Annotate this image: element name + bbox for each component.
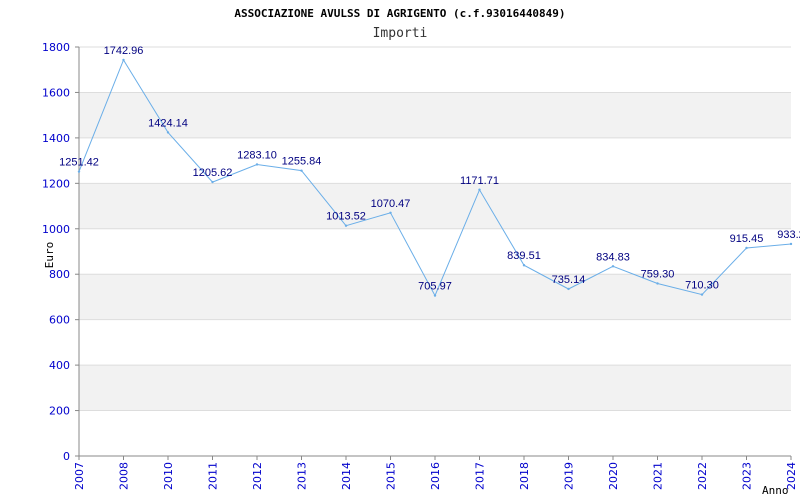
data-label: 834.83	[596, 251, 630, 263]
chart-subtitle: Importi	[373, 26, 428, 41]
background-band	[79, 183, 791, 229]
y-tick-label: 1000	[42, 223, 70, 236]
data-label: 1742.96	[104, 45, 144, 57]
y-tick-label: 1800	[42, 41, 70, 54]
data-point	[478, 188, 481, 191]
y-tick-label: 200	[49, 405, 70, 418]
y-tick-label: 1600	[42, 86, 70, 99]
data-label: 839.51	[507, 250, 541, 262]
data-point	[656, 282, 659, 285]
data-point	[122, 58, 125, 62]
data-point	[700, 293, 704, 296]
data-label: 735.14	[552, 274, 586, 286]
x-tick-label: 2021	[652, 462, 665, 490]
x-tick-label: 2011	[207, 462, 220, 490]
data-label: 710.30	[685, 280, 719, 292]
y-axis-label: Euro	[43, 242, 56, 269]
x-tick-label: 2007	[73, 462, 86, 490]
data-labels: 1251.42 1742.96 1424.14 1205.62 1283.10 1255.…	[59, 45, 800, 293]
x-tick-label: 2017	[474, 462, 487, 490]
background-band	[79, 92, 791, 138]
x-tick-label: 2014	[340, 462, 353, 490]
x-tick-label: 2008	[118, 462, 131, 490]
x-tick-label: 2013	[296, 462, 309, 490]
data-label: 1255.84	[282, 156, 322, 168]
y-tick-label: 1200	[42, 177, 70, 190]
x-tick-label: 2023	[741, 462, 754, 490]
data-point	[433, 294, 437, 297]
data-point	[344, 224, 348, 227]
y-tick-label: 800	[49, 268, 70, 281]
data-point	[567, 287, 570, 291]
x-tick-label: 2016	[429, 462, 442, 490]
data-label: 1171.71	[460, 175, 499, 187]
data-point	[211, 180, 214, 184]
data-point	[255, 163, 259, 166]
data-point	[389, 211, 392, 214]
x-tick-label: 2019	[563, 462, 576, 490]
x-tick-label: 2018	[518, 462, 531, 490]
data-label: 1424.14	[148, 117, 188, 129]
x-tick-label: 2015	[385, 462, 398, 490]
data-point	[789, 242, 793, 246]
chart-title: ASSOCIAZIONE AVULSS DI AGRIGENTO (c.f.93…	[234, 7, 565, 20]
x-tick-label: 2020	[607, 462, 620, 490]
x-tick-label: 2012	[251, 462, 264, 490]
data-label: 915.45	[730, 233, 764, 245]
background-bands	[79, 92, 791, 411]
data-point	[300, 169, 303, 172]
data-point	[745, 246, 748, 250]
data-label: 705.97	[418, 281, 452, 293]
x-tick-label: 2010	[162, 462, 175, 490]
x-tick-labels: 2007 2008 2010 2011 2012 2013 2014 2015 2016 2017…	[73, 462, 798, 490]
data-point	[166, 131, 170, 134]
data-label: 759.30	[641, 268, 675, 280]
data-point	[611, 265, 615, 268]
data-point	[77, 170, 81, 173]
data-label: 1205.62	[193, 167, 233, 179]
data-label: 1013.52	[326, 211, 366, 223]
data-label: 1070.47	[371, 198, 411, 210]
background-band	[79, 365, 791, 411]
y-tick-label: 1400	[42, 132, 70, 145]
data-label: 1283.10	[237, 149, 277, 161]
data-label: 1251.42	[59, 157, 99, 169]
data-point	[522, 264, 526, 267]
x-axis-label: Anno	[762, 484, 789, 497]
y-tick-label: 600	[49, 314, 70, 327]
y-tick-label: 400	[49, 359, 70, 372]
x-tick-label: 2022	[696, 462, 709, 490]
line-chart: 020040060080010001200140016001800 2007 20…	[42, 7, 800, 497]
y-tick-label: 0	[63, 450, 70, 463]
data-label: 933.2	[777, 229, 800, 241]
